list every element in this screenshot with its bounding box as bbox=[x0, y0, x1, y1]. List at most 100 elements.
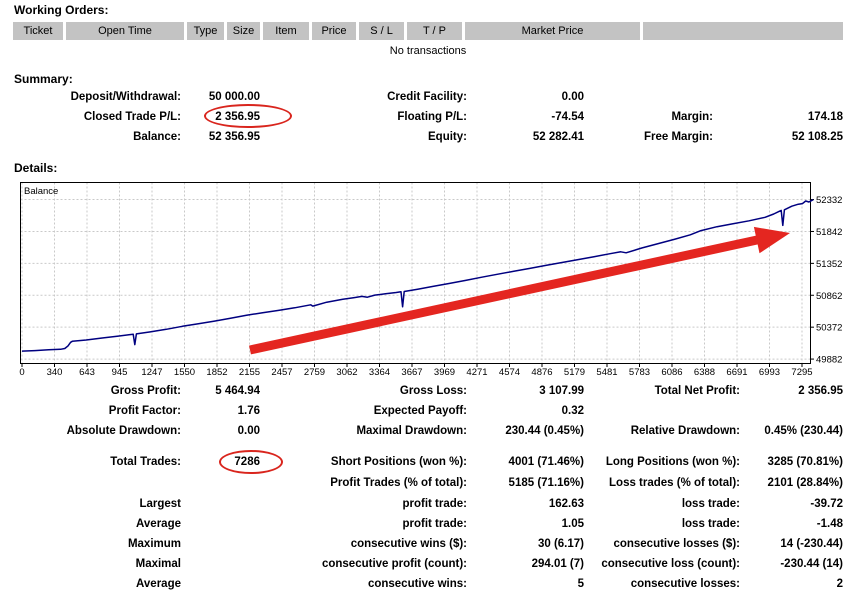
stat-label: Long Positions (won %): bbox=[520, 454, 740, 470]
stat-label: loss trade: bbox=[520, 516, 740, 532]
stat-label: Average bbox=[0, 576, 181, 592]
summary-row: Closed Trade P/L:2 356.95Floating P/L:-7… bbox=[0, 109, 849, 125]
stat-label: Equity: bbox=[245, 129, 467, 145]
x-tick-label: 3969 bbox=[434, 367, 455, 378]
stat-value: 0.00 bbox=[471, 89, 584, 105]
column-header-price[interactable]: Price bbox=[312, 22, 356, 40]
y-tick-label: 49882 bbox=[816, 355, 842, 366]
stat-label: Relative Drawdown: bbox=[520, 423, 740, 439]
stat-label: consecutive losses ($): bbox=[520, 536, 740, 552]
stat-label: consecutive profit (count): bbox=[245, 556, 467, 572]
stat-label: consecutive wins ($): bbox=[245, 536, 467, 552]
x-tick-label: 2155 bbox=[239, 367, 260, 378]
details-row: Maximumconsecutive wins ($):30 (6.17)con… bbox=[0, 536, 849, 552]
balance-legend-label: Balance bbox=[24, 186, 58, 197]
x-tick-label: 6388 bbox=[694, 367, 715, 378]
stat-label: profit trade: bbox=[245, 516, 467, 532]
stat-value: 3285 (70.81%) bbox=[744, 454, 843, 470]
x-tick-label: 3364 bbox=[369, 367, 390, 378]
details-row: Averageprofit trade:1.05loss trade:-1.48 bbox=[0, 516, 849, 532]
stat-label: consecutive loss (count): bbox=[520, 556, 740, 572]
working-orders-header: TicketOpen TimeTypeSizeItemPriceS / LT /… bbox=[13, 22, 843, 40]
y-tick-label: 50372 bbox=[816, 323, 842, 334]
stat-label: Balance: bbox=[0, 129, 181, 145]
stat-label: Deposit/Withdrawal: bbox=[0, 89, 181, 105]
y-tick-label: 50862 bbox=[816, 291, 842, 302]
stat-label: Maximal bbox=[0, 556, 181, 572]
column-header-market-price[interactable]: Market Price bbox=[465, 22, 640, 40]
x-tick-label: 4876 bbox=[531, 367, 552, 378]
x-tick-label: 6993 bbox=[759, 367, 780, 378]
no-transactions-message: No transactions bbox=[13, 45, 843, 57]
stat-label: Gross Profit: bbox=[0, 383, 181, 399]
column-header-item[interactable]: Item bbox=[263, 22, 309, 40]
column-header-spacer[interactable] bbox=[643, 22, 843, 40]
chart-border bbox=[21, 183, 811, 364]
x-tick-label: 1852 bbox=[206, 367, 227, 378]
column-header-type[interactable]: Type bbox=[187, 22, 224, 40]
x-tick-label: 4574 bbox=[499, 367, 520, 378]
stat-label: Credit Facility: bbox=[245, 89, 467, 105]
stat-label: Absolute Drawdown: bbox=[0, 423, 181, 439]
y-tick-label: 52332 bbox=[816, 195, 842, 206]
stat-value: -1.48 bbox=[744, 516, 843, 532]
stat-value: 14 (-230.44) bbox=[744, 536, 843, 552]
stat-label: Expected Payoff: bbox=[245, 403, 467, 419]
x-tick-label: 3667 bbox=[401, 367, 422, 378]
stat-label: Closed Trade P/L: bbox=[0, 109, 181, 125]
stat-value: 0.45% (230.44) bbox=[744, 423, 843, 439]
details-row: Total Trades:7286Short Positions (won %)… bbox=[0, 454, 849, 470]
column-header-size[interactable]: Size bbox=[227, 22, 260, 40]
details-row: Largestprofit trade:162.63loss trade:-39… bbox=[0, 496, 849, 512]
stat-value: 2 356.95 bbox=[744, 383, 843, 399]
x-tick-label: 340 bbox=[47, 367, 63, 378]
details-row: Profit Factor:1.76Expected Payoff:0.32 bbox=[0, 403, 849, 419]
column-header-t-p[interactable]: T / P bbox=[407, 22, 462, 40]
details-row: Profit Trades (% of total):5185 (71.16%)… bbox=[0, 475, 849, 491]
x-tick-label: 6086 bbox=[661, 367, 682, 378]
details-title: Details: bbox=[14, 161, 57, 175]
x-tick-label: 2759 bbox=[304, 367, 325, 378]
x-tick-label: 5481 bbox=[596, 367, 617, 378]
details-row: Averageconsecutive wins:5consecutive los… bbox=[0, 576, 849, 592]
stat-label: loss trade: bbox=[520, 496, 740, 512]
stat-label: consecutive losses: bbox=[520, 576, 740, 592]
working-orders-title: Working Orders: bbox=[14, 3, 108, 17]
y-tick-label: 51842 bbox=[816, 227, 842, 238]
x-tick-label: 3062 bbox=[336, 367, 357, 378]
stat-label: Profit Trades (% of total): bbox=[245, 475, 467, 491]
x-tick-label: 0 bbox=[19, 367, 24, 378]
stat-value: 2101 (28.84%) bbox=[744, 475, 843, 491]
column-header-s-l[interactable]: S / L bbox=[359, 22, 404, 40]
x-tick-label: 5783 bbox=[629, 367, 650, 378]
stat-label: Total Net Profit: bbox=[520, 383, 740, 399]
details-row: Maximalconsecutive profit (count):294.01… bbox=[0, 556, 849, 572]
stat-label: consecutive wins: bbox=[245, 576, 467, 592]
terminal-report: Working Orders: TicketOpen TimeTypeSizeI… bbox=[0, 0, 849, 594]
stat-label: Maximum bbox=[0, 536, 181, 552]
stat-value: 2 bbox=[744, 576, 843, 592]
stat-label: Average bbox=[0, 516, 181, 532]
red-circle-closed-trade-pl bbox=[204, 104, 292, 128]
x-tick-label: 7295 bbox=[791, 367, 812, 378]
x-tick-label: 643 bbox=[79, 367, 95, 378]
summary-row: Balance:52 356.95Equity:52 282.41Free Ma… bbox=[0, 129, 849, 145]
x-tick-label: 4271 bbox=[466, 367, 487, 378]
balance-chart: 0340643945124715501852215524572759306233… bbox=[14, 178, 849, 378]
column-header-ticket[interactable]: Ticket bbox=[13, 22, 63, 40]
x-tick-label: 1550 bbox=[174, 367, 195, 378]
balance-line bbox=[22, 200, 813, 351]
stat-value: -39.72 bbox=[744, 496, 843, 512]
stat-label: Largest bbox=[0, 496, 181, 512]
red-circle-total-trades bbox=[219, 450, 283, 474]
x-tick-label: 2457 bbox=[271, 367, 292, 378]
column-header-open-time[interactable]: Open Time bbox=[66, 22, 184, 40]
stat-label: profit trade: bbox=[245, 496, 467, 512]
stat-value: -230.44 (14) bbox=[744, 556, 843, 572]
stat-label: Maximal Drawdown: bbox=[245, 423, 467, 439]
stat-label: Free Margin: bbox=[520, 129, 713, 145]
stat-label: Margin: bbox=[520, 109, 713, 125]
y-tick-label: 51352 bbox=[816, 259, 842, 270]
stat-value: 52 108.25 bbox=[744, 129, 843, 145]
stat-value: 174.18 bbox=[744, 109, 843, 125]
